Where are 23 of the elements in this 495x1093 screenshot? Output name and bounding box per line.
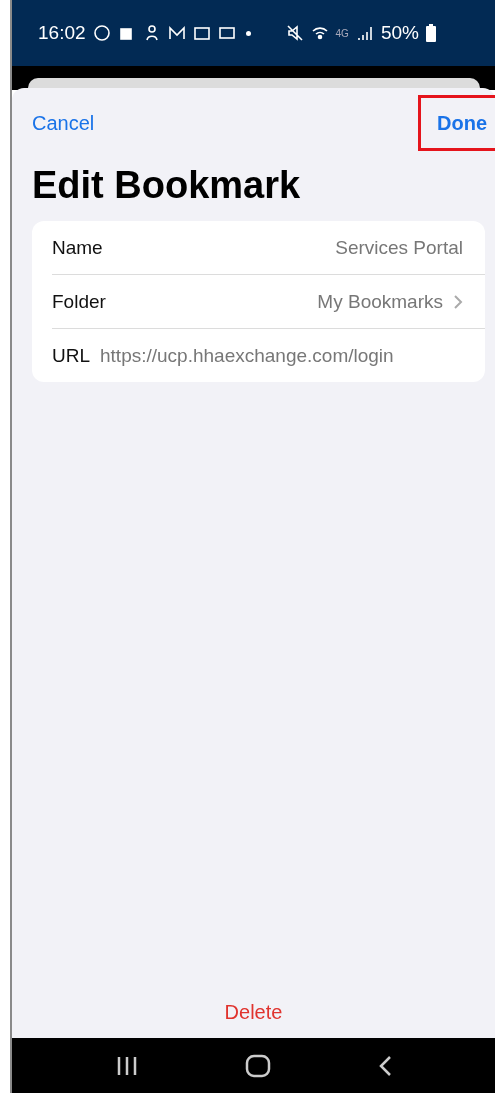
network-type: 4G <box>335 27 349 39</box>
back-icon[interactable] <box>377 1054 392 1077</box>
dot-icon <box>245 30 251 36</box>
field-label: Folder <box>52 290 106 313</box>
field-label: URL <box>52 344 90 367</box>
delete-link[interactable]: Delete <box>224 1001 283 1024</box>
page-title: Edit Bookmark <box>32 164 302 207</box>
wifi-icon <box>310 24 329 42</box>
done-button[interactable]: Done <box>418 95 495 151</box>
chevron-right-icon <box>453 293 463 310</box>
clock-time: 16:02 <box>38 22 86 44</box>
mute-icon <box>285 24 304 42</box>
url-value[interactable]: https://ucp.hhaexchange.com/login <box>100 344 463 367</box>
name-value[interactable]: Services Portal <box>112 236 463 259</box>
cancel-link[interactable]: Cancel <box>32 111 95 135</box>
field-label: Name <box>52 236 103 259</box>
recent-apps-icon[interactable] <box>115 1055 138 1076</box>
battery-percent: 50% <box>380 22 419 44</box>
battery-icon <box>425 24 436 42</box>
signal-icon <box>355 24 374 42</box>
mail-icon <box>167 24 186 42</box>
folder-value[interactable]: My Bookmarks <box>115 290 443 313</box>
home-icon[interactable] <box>244 1053 271 1078</box>
